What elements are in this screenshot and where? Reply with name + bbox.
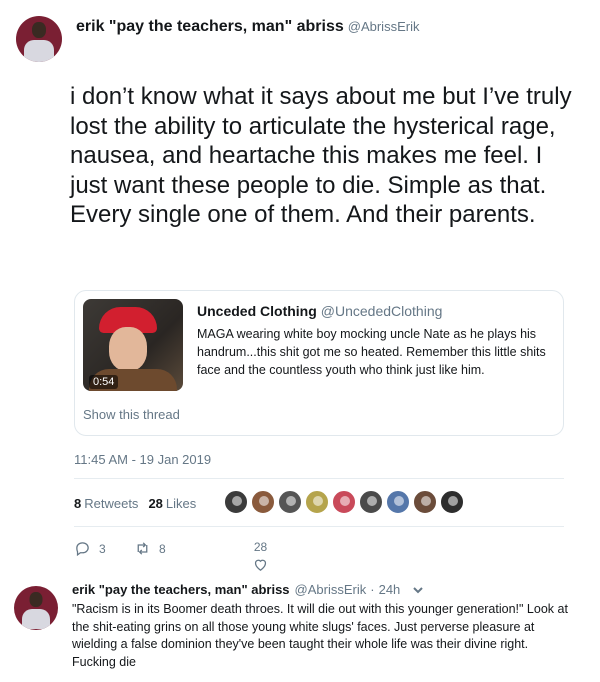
retweets-label: Retweets: [84, 495, 139, 511]
reply-author-name[interactable]: erik "pay the teachers, man" abriss: [72, 582, 290, 597]
liker-avatar[interactable]: [332, 490, 356, 514]
avatar-body: [24, 40, 54, 62]
video-duration: 0:54: [89, 375, 119, 389]
reply-timestamp[interactable]: 24h: [379, 582, 401, 597]
quoted-tweet-card[interactable]: 0:54 Unceded Clothing @UncededClothing MA…: [74, 290, 564, 436]
quoted-author-name[interactable]: Unceded Clothing: [197, 303, 317, 319]
tweet-text: i don’t know what it says about me but I…: [70, 83, 572, 228]
liker-avatar[interactable]: [278, 490, 302, 514]
divider: [74, 526, 564, 527]
author-avatar[interactable]: [16, 16, 62, 62]
author-handle[interactable]: @AbrissErik: [348, 19, 420, 34]
retweet-icon: [137, 542, 148, 555]
quoted-video-thumbnail[interactable]: 0:54: [83, 299, 183, 391]
quoted-tweet-text: MAGA wearing white boy mocking uncle Nat…: [197, 327, 546, 377]
likes-label: Likes: [165, 495, 197, 511]
reply-author-avatar[interactable]: [14, 586, 58, 630]
chevron-down-icon[interactable]: [412, 584, 424, 596]
heart-icon: [254, 559, 267, 571]
liker-avatar[interactable]: [251, 490, 275, 514]
like-action[interactable]: 28: [252, 540, 269, 573]
avatar-head: [32, 22, 46, 38]
reply-author-handle[interactable]: @AbrissErik: [295, 582, 367, 597]
retweets-count: 8: [74, 495, 82, 511]
likes-count: 28: [148, 495, 163, 511]
quoted-author-handle[interactable]: @UncededClothing: [321, 303, 443, 319]
avatar-head: [29, 592, 43, 607]
liker-avatar[interactable]: [305, 490, 329, 514]
divider: [74, 478, 564, 479]
retweet-action[interactable]: 8: [134, 540, 166, 557]
liker-avatar[interactable]: [359, 490, 383, 514]
liker-avatar[interactable]: [386, 490, 410, 514]
author-name[interactable]: erik "pay the teachers, man" abriss: [76, 18, 344, 35]
liker-avatar[interactable]: [413, 490, 437, 514]
liker-avatar[interactable]: [440, 490, 464, 514]
liker-avatar[interactable]: [224, 490, 248, 514]
tweet-timestamp[interactable]: 11:45 AM - 19 Jan 2019: [74, 452, 211, 467]
reply-header: erik "pay the teachers, man" abriss @Abr…: [72, 582, 424, 597]
engagement-stats: 8 Retweets 28 Likes: [74, 486, 564, 520]
retweets-stat[interactable]: 8 Retweets: [74, 496, 138, 511]
retweet-count: 8: [159, 541, 166, 556]
thumbnail-face: [109, 327, 147, 371]
reply-action[interactable]: 3: [74, 540, 106, 557]
separator-dot: ·: [370, 582, 375, 597]
like-count: 28: [253, 540, 268, 554]
reply-text: "Racism is in its Boomer death throes. I…: [72, 602, 568, 669]
avatar-body: [22, 609, 50, 629]
likes-stat[interactable]: 28 Likes: [148, 496, 196, 511]
tweet-actions: 3 8 28: [74, 538, 564, 574]
show-thread-link[interactable]: Show this thread: [83, 407, 180, 422]
liker-avatars: [224, 490, 467, 514]
tweet-author[interactable]: erik "pay the teachers, man" abriss @Abri…: [76, 18, 419, 36]
reply-icon: [76, 542, 89, 557]
quoted-author[interactable]: Unceded Clothing @UncededClothing: [197, 303, 442, 319]
reply-count: 3: [99, 541, 106, 556]
